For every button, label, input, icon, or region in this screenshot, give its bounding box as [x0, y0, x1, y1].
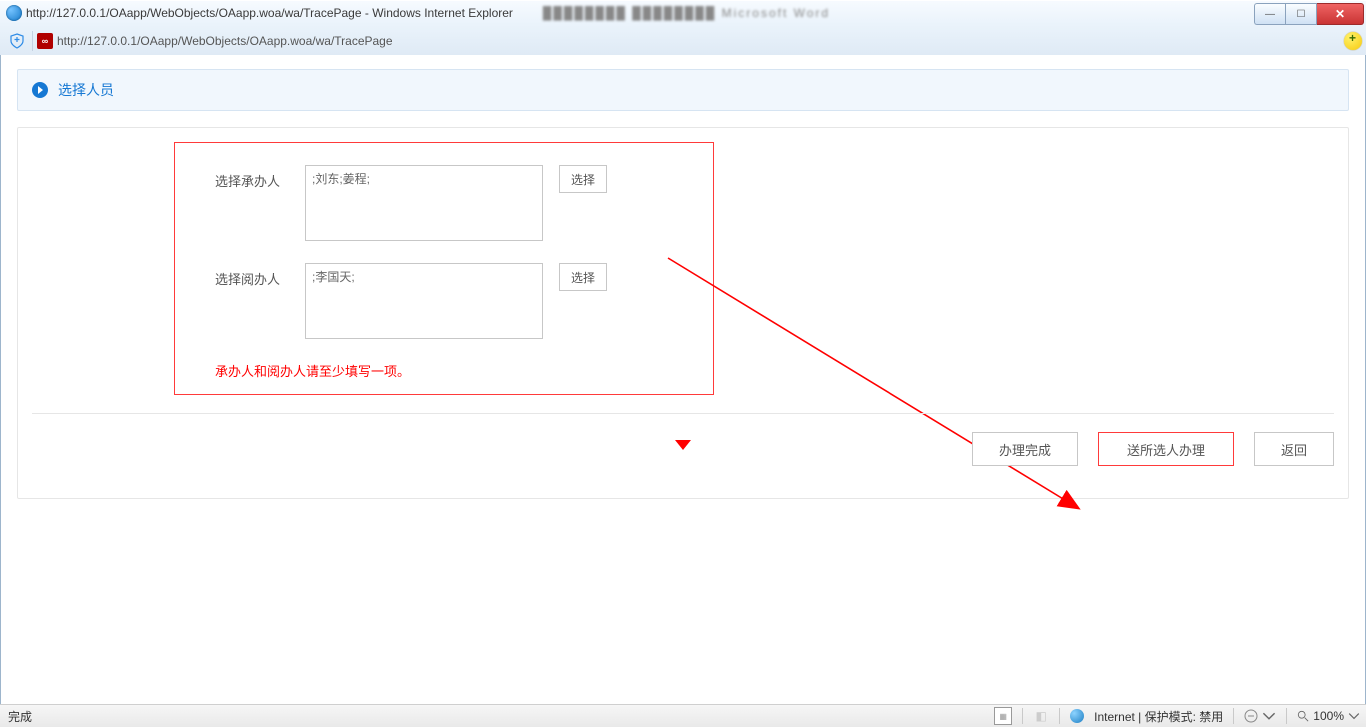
page-viewport: 选择人员 选择承办人 选择 选择阅办人 选择 承办人和阅办人请至少填写一项。 — [0, 55, 1366, 705]
address-bar-row: ∞ http://127.0.0.1/OAapp/WebObjects/OAap… — [0, 26, 1366, 55]
zoom-value: 100% — [1313, 709, 1344, 723]
center-caret-icon — [675, 440, 691, 450]
panel-title: 选择人员 — [58, 80, 114, 100]
status-zone-text: Internet | 保护模式: 禁用 — [1094, 708, 1223, 725]
compat-view-icon[interactable]: ▦ — [994, 707, 1012, 725]
browser-chrome: http://127.0.0.1/OAapp/WebObjects/OAapp.… — [0, 0, 1366, 56]
separator-icon — [1233, 708, 1234, 724]
person-form-box: 选择承办人 选择 选择阅办人 选择 承办人和阅办人请至少填写一项。 — [174, 142, 714, 395]
ie-logo-icon — [6, 5, 22, 21]
label-reviewer: 选择阅办人 — [215, 263, 305, 288]
status-bar: 完成 ▦ ◧ Internet | 保护模式: 禁用 100% — [0, 704, 1366, 727]
zone-globe-icon — [1070, 709, 1084, 723]
footer-bar: 办理完成 送所选人办理 返回 — [32, 413, 1334, 480]
complete-button[interactable]: 办理完成 — [972, 432, 1078, 466]
close-button[interactable]: ✕ — [1317, 3, 1364, 25]
minimize-button[interactable]: — — [1254, 3, 1285, 25]
organizer-select-button[interactable]: 选择 — [559, 165, 607, 193]
separator-icon — [1022, 708, 1023, 724]
zoom-control[interactable]: 100% — [1297, 709, 1360, 723]
feed-icon[interactable]: ◧ — [1033, 708, 1049, 724]
title-bar: http://127.0.0.1/OAapp/WebObjects/OAapp.… — [0, 0, 1366, 26]
row-reviewer: 选择阅办人 选择 — [215, 263, 693, 339]
divider-icon — [32, 31, 33, 51]
addon-plus-icon[interactable] — [1344, 32, 1362, 50]
panel-header: 选择人员 — [17, 69, 1349, 111]
maximize-button[interactable]: ☐ — [1285, 3, 1317, 25]
label-organizer: 选择承办人 — [215, 165, 305, 190]
security-shield-icon[interactable] — [6, 30, 28, 52]
url-text[interactable]: http://127.0.0.1/OAapp/WebObjects/OAapp.… — [57, 34, 393, 48]
back-button[interactable]: 返回 — [1254, 432, 1334, 466]
reviewer-select-button[interactable]: 选择 — [559, 263, 607, 291]
status-left: 完成 — [0, 708, 40, 725]
send-selected-button[interactable]: 送所选人办理 — [1098, 432, 1234, 466]
protected-mode-toggle[interactable] — [1244, 709, 1276, 723]
form-hint: 承办人和阅办人请至少填写一项。 — [215, 361, 693, 380]
reviewer-textbox[interactable] — [305, 263, 543, 339]
row-organizer: 选择承办人 选择 — [215, 165, 693, 241]
annotation-arrow-icon — [658, 248, 1098, 538]
site-favicon-icon: ∞ — [37, 33, 53, 49]
separator-icon — [1059, 708, 1060, 724]
window-title: http://127.0.0.1/OAapp/WebObjects/OAapp.… — [26, 6, 513, 20]
panel-body: 选择承办人 选择 选择阅办人 选择 承办人和阅办人请至少填写一项。 — [17, 127, 1349, 499]
window-buttons: — ☐ ✕ — [1254, 3, 1364, 23]
background-window-fragment: ████████ ████████ Microsoft Word — [543, 6, 830, 20]
organizer-textbox[interactable] — [305, 165, 543, 241]
arrow-circle-icon — [32, 82, 48, 98]
separator-icon — [1286, 708, 1287, 724]
